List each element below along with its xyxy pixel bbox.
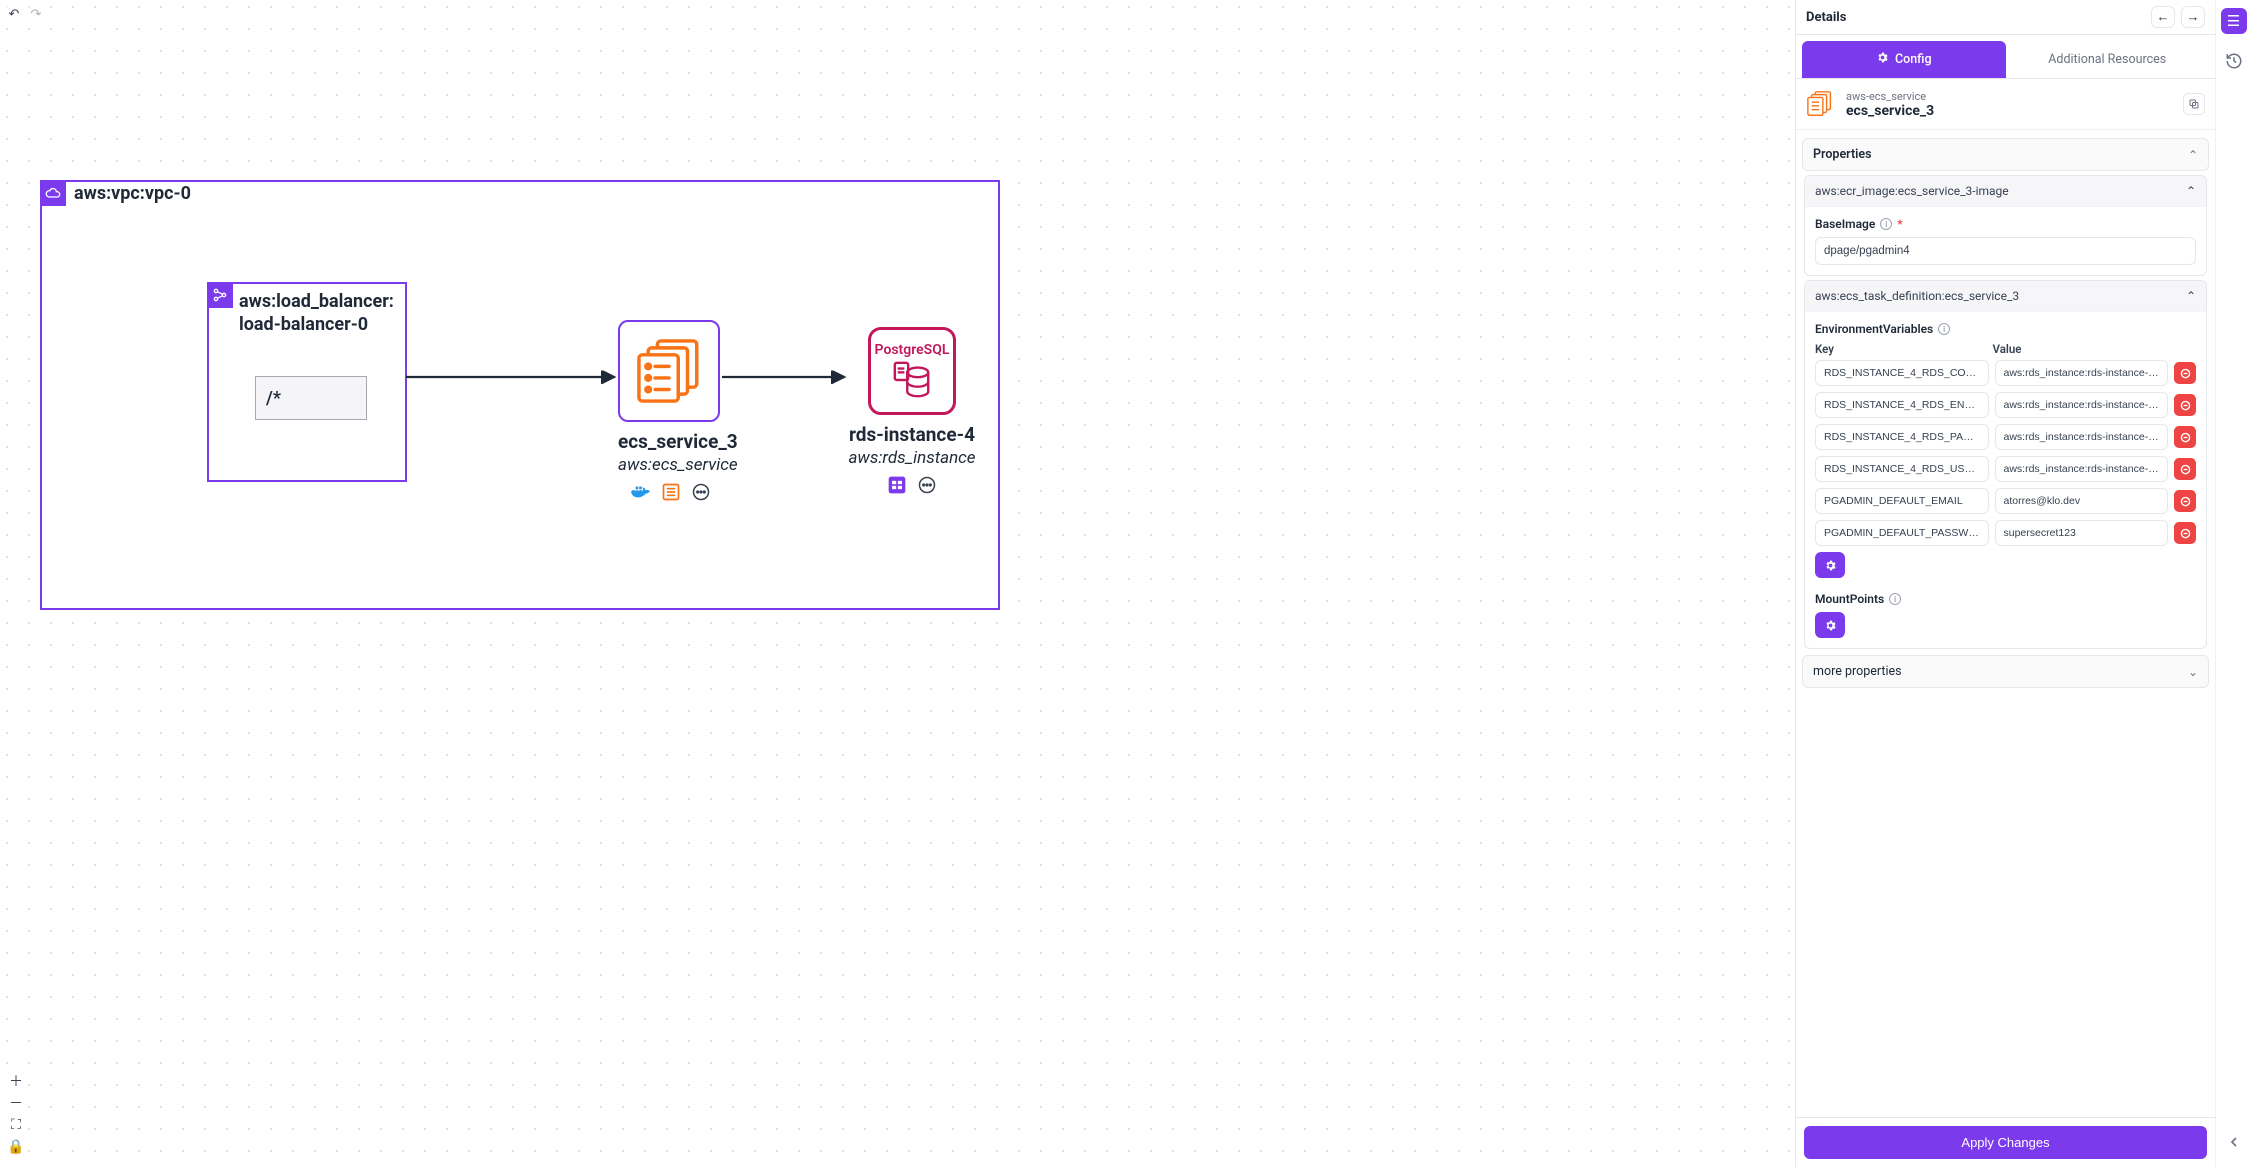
prev-resource-button[interactable]: ←	[2151, 6, 2175, 28]
copy-id-button[interactable]	[2183, 93, 2205, 115]
env-var-row	[1815, 360, 2196, 386]
env-var-row	[1815, 488, 2196, 514]
kv-key-header: Key	[1815, 342, 1987, 356]
group-header-task-definition[interactable]: aws:ecs_task_definition:ecs_service_3 ⌃	[1805, 281, 2206, 312]
properties-section-header[interactable]: Properties ⌃	[1802, 138, 2209, 171]
redo-icon[interactable]: ↷	[28, 6, 44, 22]
chevron-down-icon: ⌄	[2188, 665, 2198, 679]
more-icon[interactable]	[690, 481, 712, 503]
base-image-label: BaseImage i *	[1815, 217, 2196, 231]
info-icon[interactable]: i	[1889, 593, 1901, 605]
delete-env-var-button[interactable]	[2174, 362, 2196, 384]
chevron-up-icon: ⌃	[2188, 148, 2198, 162]
mount-points-label: MountPoints i	[1815, 592, 2196, 606]
env-var-key-input[interactable]	[1815, 424, 1989, 450]
info-icon[interactable]: i	[1938, 323, 1950, 335]
base-image-input[interactable]	[1815, 237, 2196, 265]
delete-env-var-button[interactable]	[2174, 490, 2196, 512]
gear-icon	[1876, 51, 1889, 68]
env-var-value-input[interactable]	[1995, 424, 2169, 450]
load-balancer-route[interactable]: /*	[255, 376, 367, 420]
undo-icon[interactable]: ↶	[6, 6, 22, 22]
resource-type-icon	[1806, 89, 1836, 119]
edge-lb-to-ecs	[406, 370, 622, 384]
more-properties-toggle[interactable]: more properties ⌄	[1802, 655, 2209, 688]
edge-ecs-to-rds	[722, 370, 852, 384]
env-var-key-input[interactable]	[1815, 520, 1989, 546]
ecs-service-node[interactable]: ecs_service_3 aws:ecs_service	[618, 320, 724, 503]
right-rail: ☰	[2215, 0, 2251, 1167]
cloud-icon	[40, 180, 66, 206]
ecs-service-type: aws:ecs_service	[618, 455, 724, 475]
vpc-container[interactable]: aws:vpc:vpc-0 aws:load_balancer: load-ba…	[40, 180, 1000, 610]
details-sidebar: Details ← → Config Additional Resources	[1795, 0, 2215, 1167]
rds-instance-name: rds-instance-4	[842, 423, 982, 446]
fullscreen-icon[interactable]: ⛶	[6, 1115, 26, 1135]
add-mount-point-button[interactable]	[1815, 612, 1845, 638]
kv-value-header: Value	[1993, 342, 2165, 356]
task-definition-icon[interactable]	[660, 481, 682, 503]
env-var-value-input[interactable]	[1995, 488, 2169, 514]
env-var-value-input[interactable]	[1995, 520, 2169, 546]
env-var-key-input[interactable]	[1815, 360, 1989, 386]
delete-env-var-button[interactable]	[2174, 522, 2196, 544]
ecs-service-name: ecs_service_3	[618, 430, 724, 453]
env-var-row	[1815, 456, 2196, 482]
env-var-row	[1815, 392, 2196, 418]
env-var-row	[1815, 520, 2196, 546]
zoom-in-icon[interactable]: ＋	[6, 1071, 26, 1091]
rds-instance-type: aws:rds_instance	[842, 448, 982, 468]
env-var-value-input[interactable]	[1995, 360, 2169, 386]
load-balancer-icon	[207, 282, 233, 308]
rds-instance-node[interactable]: PostgreSQL rds-instance-4 aws:rds_instan…	[842, 320, 982, 496]
next-resource-button[interactable]: →	[2181, 6, 2205, 28]
resource-name-label: ecs_service_3	[1846, 103, 1934, 119]
env-var-row	[1815, 424, 2196, 450]
sidebar-title: Details	[1806, 10, 1846, 25]
docker-icon[interactable]	[630, 481, 652, 503]
resource-type-label: aws-ecs_service	[1846, 90, 1934, 103]
menu-icon[interactable]: ☰	[2221, 8, 2247, 34]
env-var-value-input[interactable]	[1995, 392, 2169, 418]
chevron-up-icon: ⌃	[2186, 289, 2196, 303]
info-icon[interactable]: i	[1880, 218, 1892, 230]
add-env-var-button[interactable]	[1815, 552, 1845, 578]
env-var-key-input[interactable]	[1815, 392, 1989, 418]
ecs-service-icon	[618, 320, 720, 422]
group-header-ecr-image[interactable]: aws:ecr_image:ecs_service_3-image ⌃	[1805, 176, 2206, 207]
subnet-group-icon[interactable]	[886, 474, 908, 496]
env-vars-label: EnvironmentVariables i	[1815, 322, 2196, 336]
rds-instance-icon: PostgreSQL	[868, 327, 956, 415]
history-icon[interactable]	[2221, 48, 2247, 74]
env-var-value-input[interactable]	[1995, 456, 2169, 482]
delete-env-var-button[interactable]	[2174, 458, 2196, 480]
lock-icon[interactable]: 🔒	[6, 1137, 26, 1157]
apply-changes-button[interactable]: Apply Changes	[1804, 1126, 2207, 1159]
tab-config[interactable]: Config	[1802, 41, 2006, 78]
load-balancer-title: aws:load_balancer: load-balancer-0	[239, 290, 394, 337]
more-icon[interactable]	[916, 474, 938, 496]
delete-env-var-button[interactable]	[2174, 426, 2196, 448]
env-var-key-input[interactable]	[1815, 488, 1989, 514]
collapse-sidebar-icon[interactable]	[2221, 1129, 2247, 1155]
diagram-canvas[interactable]: ↶ ↷ ＋ － ⛶ 🔒 aws:vpc:vpc-0 aws	[0, 0, 1795, 1167]
chevron-up-icon: ⌃	[2186, 184, 2196, 198]
vpc-label: aws:vpc:vpc-0	[74, 183, 191, 204]
tab-additional-resources[interactable]: Additional Resources	[2006, 41, 2210, 78]
load-balancer-container[interactable]: aws:load_balancer: load-balancer-0 /*	[207, 282, 407, 482]
env-var-key-input[interactable]	[1815, 456, 1989, 482]
delete-env-var-button[interactable]	[2174, 394, 2196, 416]
zoom-out-icon[interactable]: －	[6, 1093, 26, 1113]
